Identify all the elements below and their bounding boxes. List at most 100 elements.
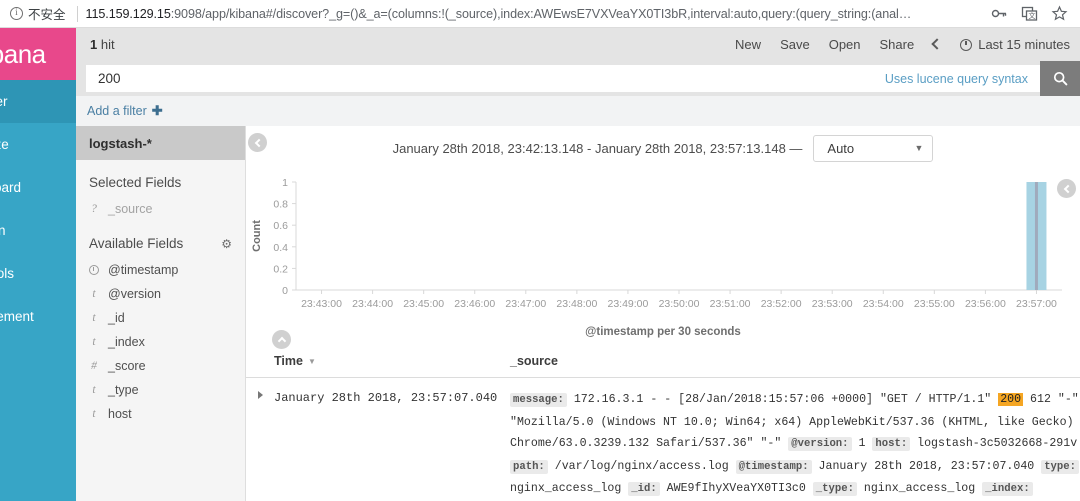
- sidebar-item-label: Dashboard: [0, 180, 22, 195]
- field-type-icon: t: [92, 384, 96, 396]
- field-name: _id: [108, 311, 125, 325]
- svg-text:23:54:00: 23:54:00: [863, 298, 904, 310]
- source-field-key: path:: [510, 459, 548, 474]
- key-icon[interactable]: [991, 5, 1008, 22]
- table-row[interactable]: January 28th 2018, 23:57:07.040 message:…: [246, 378, 1080, 501]
- sidebar-item-management[interactable]: Management: [0, 295, 76, 338]
- source-field-key: @version:: [788, 437, 852, 451]
- expand-triangle-icon: [257, 391, 263, 399]
- field-name: _index: [108, 335, 145, 349]
- source-field-value: logstash-3c5032668-291v: [910, 437, 1078, 450]
- search-input[interactable]: 200 Uses lucene query syntax: [86, 65, 1040, 92]
- svg-text:23:49:00: 23:49:00: [607, 298, 648, 310]
- security-indicator[interactable]: i 不安全: [0, 0, 75, 28]
- sidebar-item-dev-tools[interactable]: Dev Tools: [0, 252, 76, 295]
- collapse-chart-button[interactable]: [272, 330, 291, 349]
- source-field-value: 172.16.3.1 - - [28/Jan/2018:15:57:06 +00…: [566, 393, 999, 406]
- share-button[interactable]: Share: [880, 37, 915, 52]
- chart-header: January 28th 2018, 23:42:13.148 - Januar…: [246, 126, 1080, 170]
- chevron-down-icon: ▼: [914, 143, 924, 153]
- source-field-key: _id:: [628, 482, 660, 496]
- address-divider: [76, 5, 78, 22]
- selected-fields-header: Selected Fields: [76, 160, 245, 197]
- chevron-left-circle-icon: [254, 138, 263, 147]
- svg-text:0.8: 0.8: [273, 199, 288, 211]
- source-field-value: nginx_access_log: [510, 482, 629, 495]
- kibana-discover-page: i 不安全 115.159.129.15:9098/app/kibana#/di…: [0, 0, 1080, 501]
- field-item-version[interactable]: t @version: [76, 282, 245, 306]
- svg-text:文: 文: [1029, 11, 1036, 20]
- field-type-icon: t: [92, 336, 96, 348]
- source-field-key: type:: [1041, 459, 1079, 474]
- security-label: 不安全: [28, 8, 66, 22]
- search-highlight: 200: [998, 393, 1024, 406]
- field-item-score[interactable]: # _score: [76, 354, 245, 378]
- available-fields-label: Available Fields: [89, 236, 184, 251]
- row-source: message: 172.16.3.1 - - [28/Jan/2018:15:…: [510, 389, 1080, 501]
- collapse-sidebar-button[interactable]: [248, 133, 267, 152]
- chevron-up-circle-icon: [277, 336, 286, 345]
- query-bar: 200 Uses lucene query syntax: [76, 61, 1080, 96]
- field-name: _type: [108, 383, 139, 397]
- svg-text:23:48:00: 23:48:00: [556, 298, 597, 310]
- sidebar-item-timelion[interactable]: Timelion: [0, 209, 76, 252]
- field-item-timestamp[interactable]: @timestamp: [76, 258, 245, 282]
- expand-row-button[interactable]: [246, 389, 274, 501]
- plus-icon: ✚: [151, 103, 163, 118]
- field-name: host: [108, 407, 132, 421]
- field-type-icon: t: [92, 408, 96, 420]
- field-type-icon: t: [92, 312, 96, 324]
- filter-bar: Add a filter ✚: [76, 96, 1080, 126]
- chevron-left-icon[interactable]: [931, 37, 943, 50]
- translate-icon[interactable]: 文: [1021, 5, 1038, 22]
- svg-text:23:52:00: 23:52:00: [761, 298, 802, 310]
- svg-text:23:56:00: 23:56:00: [965, 298, 1006, 310]
- source-field-value: nginx_access_log: [856, 482, 983, 495]
- field-item-type[interactable]: t _type: [76, 378, 245, 402]
- bookmark-star-icon[interactable]: [1051, 5, 1068, 22]
- time-picker-button[interactable]: Last 15 minutes: [960, 37, 1070, 52]
- field-item-host[interactable]: t host: [76, 402, 245, 426]
- save-button[interactable]: Save: [780, 37, 810, 52]
- svg-text:0: 0: [282, 285, 288, 297]
- lucene-syntax-hint[interactable]: Uses lucene query syntax: [885, 72, 1028, 86]
- sidebar-item-dashboard[interactable]: Dashboard: [0, 166, 76, 209]
- field-type-icon: t: [92, 288, 96, 300]
- topbar-actions: New Save Open Share Last 15 minutes: [735, 37, 1070, 52]
- sidebar-item-visualize[interactable]: Visualize: [0, 123, 76, 166]
- gear-icon[interactable]: ⚙: [221, 237, 232, 251]
- clock-icon: [89, 265, 99, 275]
- sidebar-item-discover[interactable]: Discover: [0, 80, 76, 123]
- histogram-svg[interactable]: 0 0.2 0.4 0.6 0.8 1 Count 23:43:00 23:44:00 23:45…: [246, 170, 1080, 320]
- source-field-value: AWE9fIhyXVeaYX0TI3c0: [659, 482, 813, 495]
- field-item-source[interactable]: ? _source: [76, 197, 245, 221]
- svg-text:23:47:00: 23:47:00: [505, 298, 546, 310]
- row-timestamp: January 28th 2018, 23:57:07.040: [274, 391, 498, 405]
- url-bar[interactable]: 115.159.129.15:9098/app/kibana#/discover…: [86, 7, 985, 21]
- search-button[interactable]: [1040, 61, 1080, 96]
- field-item-id[interactable]: t _id: [76, 306, 245, 330]
- source-field-key: host:: [872, 437, 911, 451]
- sidebar-item-label: Timelion: [0, 223, 6, 238]
- svg-text:23:51:00: 23:51:00: [710, 298, 751, 310]
- histogram-chart: 0 0.2 0.4 0.6 0.8 1 Count 23:43:00 23:44:00 23:45…: [246, 170, 1080, 320]
- source-field-key: _index:: [982, 482, 1033, 496]
- add-filter-label: Add a filter: [87, 104, 147, 118]
- svg-text:23:45:00: 23:45:00: [403, 298, 444, 310]
- open-button[interactable]: Open: [829, 37, 861, 52]
- kibana-logo[interactable]: kibana: [0, 28, 76, 80]
- table-header-row: Time ▼ _source: [246, 348, 1080, 378]
- clock-icon: [960, 38, 973, 51]
- hit-count-label: hit: [100, 37, 115, 52]
- sidebar-item-label: Discover: [0, 94, 8, 109]
- new-button[interactable]: New: [735, 37, 761, 52]
- source-field-key: @timestamp:: [735, 459, 812, 474]
- index-pattern-selector[interactable]: logstash-*: [76, 126, 245, 160]
- sort-caret-icon: ▼: [307, 356, 316, 366]
- source-field-key: _type:: [812, 482, 857, 496]
- time-column-header[interactable]: Time ▼: [274, 354, 510, 368]
- field-type-icon: ?: [91, 203, 97, 215]
- add-filter-button[interactable]: Add a filter ✚: [87, 103, 163, 119]
- field-item-index[interactable]: t _index: [76, 330, 245, 354]
- interval-select[interactable]: Auto ▼: [813, 134, 934, 162]
